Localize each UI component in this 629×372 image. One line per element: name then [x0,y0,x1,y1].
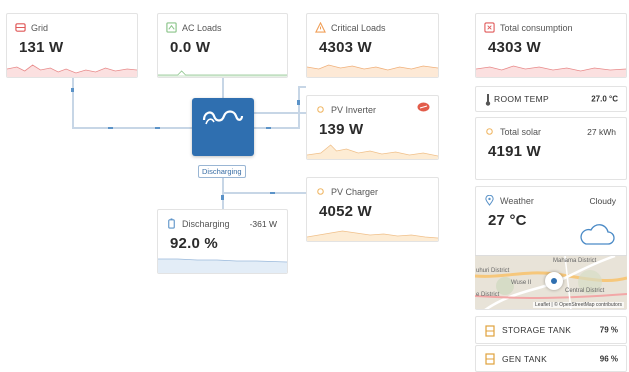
ac-loads-icon [166,22,177,33]
room-temp-value: 27.0 °C [591,94,618,104]
gen-tank-label: GEN TANK [502,353,548,364]
flow-line-grid-down [72,78,74,128]
sun-icon [486,128,493,135]
flow-dot [270,192,275,194]
tank-icon [485,325,495,337]
flow-dot [108,127,113,129]
total-solar-value: 4191 W [488,143,541,160]
inverter-box[interactable] [192,98,254,156]
map-label: e District [476,292,500,298]
flow-line-critical-stub [298,86,306,88]
gen-tank-value: 96 % [599,354,618,363]
pv-charger-sparkline [307,230,438,241]
flow-line-charger-horizontal [222,192,306,194]
victron-logo-icon [202,110,244,125]
pv-inverter-card[interactable]: PV Inverter 139 W [306,95,439,160]
total-consumption-title: Total consumption [500,23,573,33]
flow-dot [266,127,271,129]
total-solar-energy: 27 kWh [587,127,616,137]
grid-title: Grid [31,23,49,33]
pv-inverter-title: PV Inverter [331,105,377,115]
flow-line-right-horizontal [254,127,299,129]
battery-power: -361 W [249,219,277,229]
thermometer-icon [485,94,491,106]
critical-loads-title: Critical Loads [331,23,386,33]
pv-charger-card[interactable]: PV Charger 4052 W [306,177,439,242]
gen-tank-row[interactable]: GEN TANK 96 % [475,345,627,372]
total-consumption-sparkline [476,65,626,77]
storage-tank-value: 79 % [599,325,618,335]
battery-sparkline [158,258,287,273]
total-solar-title: Total solar [500,127,542,137]
sun-icon [317,188,324,195]
grid-plug-icon [15,23,26,32]
flow-dot [221,195,224,200]
weather-title: Weather [500,196,534,206]
room-temp-label: ROOM TEMP [494,94,549,104]
pv-charger-title: PV Charger [331,187,379,197]
battery-card[interactable]: Discharging -361 W 92.0 % [157,209,288,274]
grid-card[interactable]: Grid 131 W [6,13,138,78]
tag-alert-icon[interactable] [417,102,430,112]
inverter-status-badge: Discharging [198,165,246,178]
total-consumption-card[interactable]: Total consumption 4303 W [475,13,627,78]
weather-condition: Cloudy [589,196,616,206]
flow-line-left-horizontal [72,127,194,129]
map-label: Wuse II [511,280,532,286]
battery-icon [168,218,175,229]
grid-sparkline [7,64,137,77]
critical-loads-sparkline [307,64,438,77]
ac-loads-title: AC Loads [182,23,222,33]
map-attribution[interactable]: Leaflet | © OpenStreetMap contributors [533,302,624,308]
ac-loads-sparkline [158,70,287,77]
ac-loads-card[interactable]: AC Loads 0.0 W [157,13,288,78]
flow-line-critical-down [298,86,300,129]
critical-loads-card[interactable]: Critical Loads 4303 W [306,13,439,78]
battery-title: Discharging [182,219,230,229]
storage-tank-label: STORAGE TANK [502,325,572,335]
consumption-icon [484,22,495,33]
flow-dot [71,88,74,92]
map-label: Central District [565,288,605,294]
room-temp-row[interactable]: ROOM TEMP 27.0 °C [475,86,627,112]
sun-icon [317,106,324,113]
total-solar-card[interactable]: Total solar 27 kWh 4191 W [475,117,627,180]
location-pin-icon [485,195,494,206]
flow-line-inverter-stub [254,112,306,114]
weather-value: 27 °C [488,212,527,229]
storage-tank-row[interactable]: STORAGE TANK 79 % [475,316,627,344]
flow-line-acloads-down [222,78,224,98]
warning-triangle-icon [315,22,326,33]
cloud-icon [580,224,615,245]
map-label: uhuri District [476,268,510,274]
flow-dot [155,127,160,129]
map-label: Mahama District [553,258,597,264]
pv-inverter-sparkline [307,144,438,159]
tank-icon [485,353,495,365]
flow-dot [297,100,300,105]
map-location-marker[interactable] [545,272,563,290]
